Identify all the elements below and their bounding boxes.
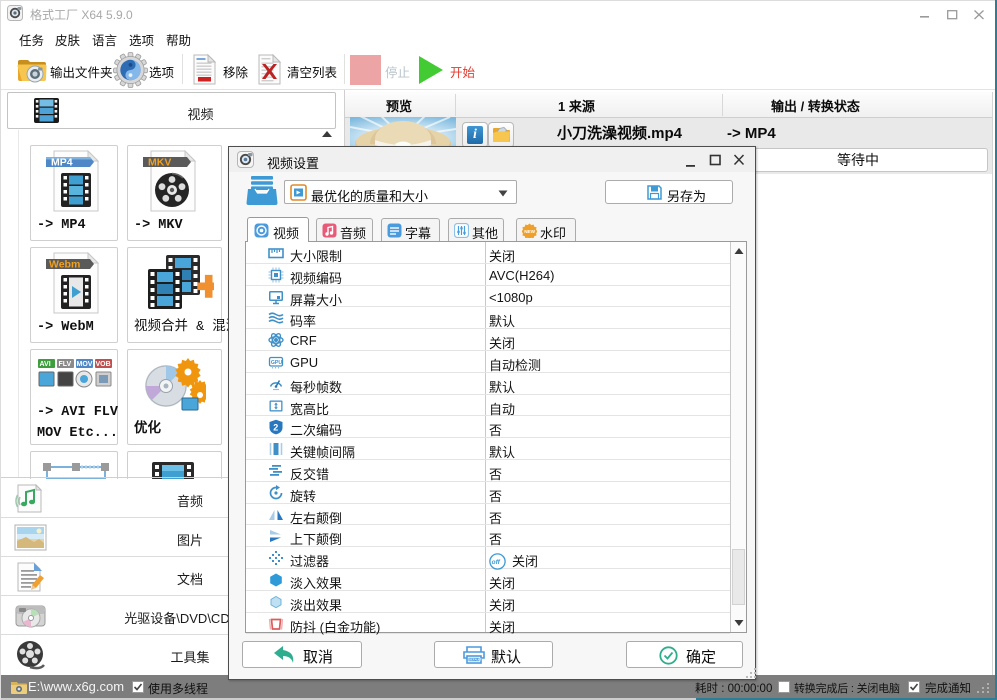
svg-text:GPU: GPU <box>271 360 282 366</box>
svg-text:Webm: Webm <box>49 259 80 271</box>
svg-text:MP4: MP4 <box>51 157 73 169</box>
svg-text:FLV: FLV <box>59 361 72 368</box>
svg-text:NEW: NEW <box>524 229 535 234</box>
svg-text:VOB: VOB <box>96 361 111 368</box>
svg-text:MOV: MOV <box>77 361 93 368</box>
svg-text:AVI: AVI <box>40 361 51 368</box>
svg-text:off: off <box>492 559 501 566</box>
svg-text:MKV: MKV <box>148 157 171 169</box>
svg-text:DEFAULT: DEFAULT <box>469 658 482 662</box>
svg-text:2: 2 <box>273 423 278 433</box>
